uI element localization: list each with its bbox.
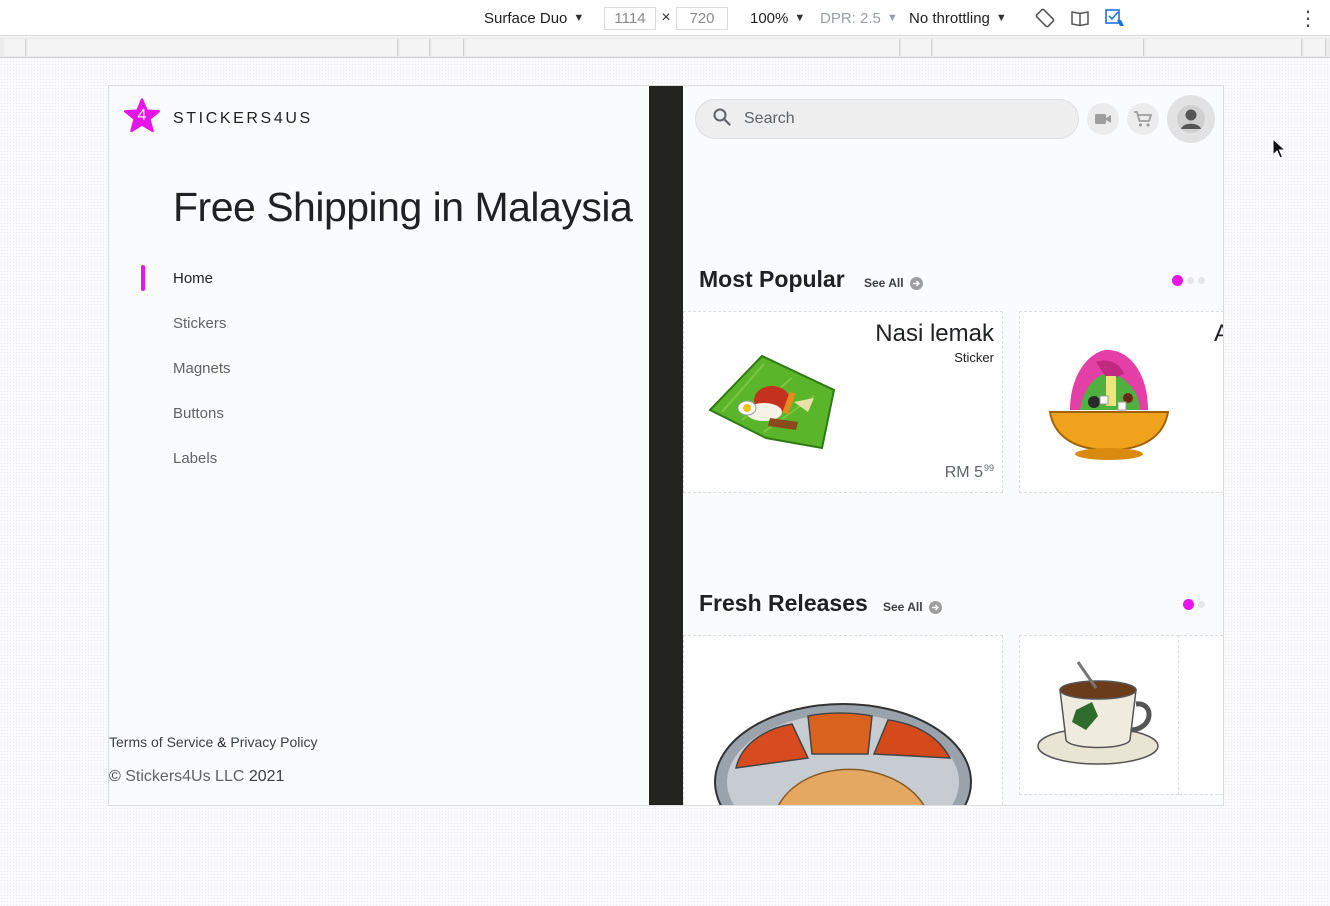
- carousel-dot-active[interactable]: [1172, 275, 1183, 286]
- left-screen: 4 STICKERS4US Free Shipping in Malaysia …: [109, 86, 649, 805]
- more-options-icon[interactable]: ⋮: [1298, 0, 1318, 36]
- copyright: © Stickers4Us LLC 2021: [109, 768, 284, 786]
- carousel-dot-active[interactable]: [1183, 599, 1194, 610]
- price-cents: 99: [983, 463, 994, 473]
- mouse-cursor-icon: [1272, 138, 1286, 159]
- ruler-segment[interactable]: [1146, 39, 1302, 56]
- nav-item-label: Buttons: [173, 405, 224, 422]
- ruler-segment[interactable]: [1304, 39, 1326, 56]
- dpr-select[interactable]: DPR: 2.5 ▼: [820, 0, 898, 36]
- legal-links: Terms of Service & Privacy Policy: [109, 734, 318, 750]
- arrow-right-icon: [928, 600, 942, 614]
- page-headline: Free Shipping in Malaysia: [173, 184, 633, 230]
- see-all-label: See All: [883, 600, 923, 614]
- zoom-select[interactable]: 100% ▼: [750, 0, 805, 36]
- device-name: Surface Duo: [484, 9, 568, 27]
- see-all-popular-link[interactable]: See All: [864, 276, 923, 290]
- arrow-right-icon: [909, 276, 923, 290]
- section-title-fresh-releases: Fresh Releases: [699, 590, 868, 616]
- copyright-symbol: ©: [109, 768, 121, 785]
- zoom-value: 100%: [750, 9, 789, 27]
- viewport-height-input[interactable]: 720: [676, 7, 728, 30]
- dual-screen-icon[interactable]: [1069, 0, 1091, 36]
- product-name-peek: A: [1214, 320, 1223, 348]
- nav-item-stickers[interactable]: Stickers: [109, 301, 649, 346]
- teh-tarik-cup-image: [1037, 661, 1159, 765]
- ais-kacang-image: [1048, 349, 1170, 460]
- carousel-dot[interactable]: [1187, 277, 1194, 284]
- carousel-dot[interactable]: [1198, 601, 1205, 608]
- cart-button[interactable]: [1127, 103, 1159, 135]
- dpr-value: DPR: 2.5: [820, 9, 881, 27]
- media-query-ruler: [0, 37, 1330, 58]
- dropdown-caret-icon: ▼: [995, 12, 1007, 24]
- nav-item-label: Labels: [173, 450, 218, 467]
- nav-item-home[interactable]: Home: [109, 256, 649, 301]
- copyright-company: Stickers4Us LLC: [125, 768, 245, 785]
- throttling-value: No throttling: [909, 9, 990, 27]
- carousel-dot[interactable]: [1198, 277, 1205, 284]
- device-hinge: [649, 86, 683, 805]
- dropdown-caret-icon: ▼: [573, 12, 585, 24]
- active-indicator: [141, 265, 145, 291]
- account-icon: [1177, 105, 1205, 133]
- ruler-segment[interactable]: [400, 39, 430, 56]
- nav-item-labels[interactable]: Labels: [109, 436, 649, 481]
- product-name: Nasi lemak: [875, 320, 994, 347]
- product-card-fresh-3[interactable]: [1179, 635, 1223, 795]
- brand-name[interactable]: STICKERS4US: [173, 110, 313, 128]
- food-tray-image: [714, 703, 972, 805]
- logo-glyph: 4: [137, 107, 147, 124]
- account-button[interactable]: [1167, 95, 1215, 143]
- devtools-device-toolbar: Surface Duo ▼ 1114 × 720 100% ▼ DPR: 2.5…: [0, 0, 1330, 36]
- ruler-segment[interactable]: [934, 39, 1144, 56]
- right-screen: Most Popular See All Na: [683, 86, 1223, 805]
- throttling-select[interactable]: No throttling ▼: [909, 0, 1007, 36]
- ruler-segment[interactable]: [28, 39, 398, 56]
- search-bar[interactable]: [695, 99, 1079, 139]
- rotate-icon[interactable]: [1034, 0, 1056, 36]
- cart-icon: [1134, 111, 1152, 127]
- product-card-ais-kacang[interactable]: A: [1019, 311, 1223, 493]
- price-main: RM 5: [944, 464, 983, 481]
- star-logo-icon[interactable]: 4: [123, 98, 161, 136]
- ruler-segment[interactable]: [432, 39, 464, 56]
- device-select[interactable]: Surface Duo ▼: [484, 0, 584, 36]
- terms-link[interactable]: Terms of Service: [109, 734, 213, 750]
- privacy-link[interactable]: Privacy Policy: [230, 734, 317, 750]
- dimension-separator: ×: [661, 9, 671, 26]
- nav-item-label: Stickers: [173, 315, 227, 332]
- video-icon: [1095, 114, 1111, 124]
- dropdown-caret-icon: ▼: [886, 12, 898, 24]
- product-type: Sticker: [954, 350, 994, 365]
- ruler-segment[interactable]: [902, 39, 932, 56]
- search-input[interactable]: [744, 110, 1044, 128]
- viewport-width-input[interactable]: 1114: [604, 7, 656, 30]
- section-title-most-popular: Most Popular: [699, 266, 845, 292]
- sensors-icon[interactable]: [1104, 0, 1126, 36]
- product-card-nasi-lemak[interactable]: Nasi lemak Sticker RM 599: [683, 311, 1003, 493]
- nav-item-label: Home: [173, 270, 214, 287]
- nasi-lemak-image: [708, 354, 836, 450]
- product-card-fresh-2[interactable]: [1019, 635, 1179, 795]
- search-icon: [712, 107, 732, 132]
- product-card-fresh-1[interactable]: [683, 635, 1003, 805]
- nav-item-label: Magnets: [173, 360, 231, 377]
- nav-item-buttons[interactable]: Buttons: [109, 391, 649, 436]
- ruler-segment[interactable]: [466, 39, 900, 56]
- device-viewport: 4 STICKERS4US Free Shipping in Malaysia …: [108, 85, 1224, 806]
- dropdown-caret-icon: ▼: [794, 12, 806, 24]
- ruler-segment[interactable]: [4, 39, 26, 56]
- main-navigation: Home Stickers Magnets Buttons Labels: [109, 256, 649, 481]
- see-all-label: See All: [864, 276, 904, 290]
- product-price: RM 599: [945, 463, 994, 482]
- carousel-dots-fresh: [1183, 599, 1205, 610]
- video-button[interactable]: [1087, 103, 1119, 135]
- see-all-fresh-link[interactable]: See All: [883, 600, 942, 614]
- copyright-year: 2021: [248, 768, 285, 785]
- nav-item-magnets[interactable]: Magnets: [109, 346, 649, 391]
- legal-separator: &: [217, 734, 227, 750]
- carousel-dots-popular: [1172, 275, 1205, 286]
